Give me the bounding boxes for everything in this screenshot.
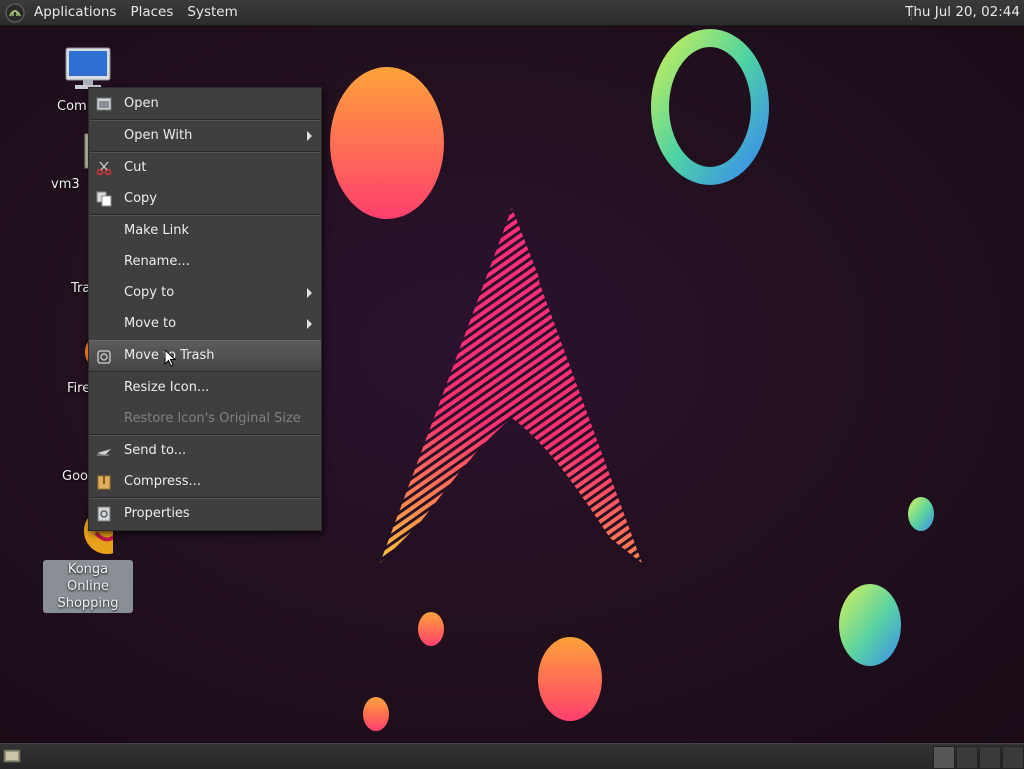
context-menu: Open Open With Cut Copy Make Link Rename… [88, 87, 322, 531]
menu-item-compress[interactable]: Compress... [89, 467, 321, 497]
menu-item-copy[interactable]: Copy [89, 184, 321, 214]
wallpaper-orb [330, 67, 444, 219]
menu-item-move-to-trash[interactable]: Move to Trash [89, 340, 321, 372]
menu-item-make-link[interactable]: Make Link [89, 216, 321, 246]
copy-icon [96, 191, 112, 207]
wallpaper-orb [363, 697, 389, 731]
workspace-2[interactable] [956, 746, 978, 769]
menu-item-send-to[interactable]: Send to... [89, 436, 321, 466]
menu-item-move-to[interactable]: Move to [89, 309, 321, 339]
wallpaper-orb [418, 612, 444, 646]
arch-logo [380, 208, 642, 563]
show-desktop-icon[interactable] [3, 748, 21, 764]
menu-item-open[interactable]: Open [89, 89, 321, 119]
open-icon [96, 97, 112, 111]
mate-logo-icon[interactable] [5, 3, 25, 23]
send-icon [97, 449, 111, 456]
applications-menu[interactable]: Applications [27, 0, 123, 25]
workspace-3[interactable] [979, 746, 1001, 769]
top-panel: Applications Places System Thu Jul 20, 0… [0, 0, 1024, 26]
places-menu[interactable]: Places [123, 0, 180, 25]
wallpaper-orb [908, 497, 934, 531]
submenu-arrow-icon [307, 319, 312, 329]
mouse-pointer-icon [164, 349, 176, 367]
wallpaper-orb [538, 637, 602, 721]
desktop-icon-label: Konga Online Shopping [43, 560, 133, 613]
wallpaper-orb [839, 584, 901, 666]
computer-icon [65, 47, 111, 89]
menu-item-copy-to[interactable]: Copy to [89, 278, 321, 308]
menu-item-rename[interactable]: Rename... [89, 247, 321, 277]
submenu-arrow-icon [307, 131, 312, 141]
menu-item-cut[interactable]: Cut [89, 153, 321, 183]
properties-icon [97, 506, 111, 522]
bottom-panel [0, 743, 1024, 769]
wallpaper-ring [651, 29, 769, 185]
clock[interactable]: Thu Jul 20, 02:44 [905, 0, 1020, 25]
menu-item-resize-icon[interactable]: Resize Icon... [89, 373, 321, 403]
workspace-switcher[interactable] [932, 746, 1024, 769]
submenu-arrow-icon [307, 288, 312, 298]
workspace-4[interactable] [1002, 746, 1024, 769]
trash-icon [97, 350, 111, 364]
menu-item-properties[interactable]: Properties [89, 499, 321, 529]
menu-item-open-with[interactable]: Open With [89, 121, 321, 151]
workspace-1[interactable] [933, 746, 955, 769]
archive-icon [97, 475, 111, 490]
menu-item-restore-icon-size: Restore Icon's Original Size [124, 411, 301, 426]
system-menu[interactable]: System [180, 0, 244, 25]
scissors-icon [96, 161, 112, 176]
